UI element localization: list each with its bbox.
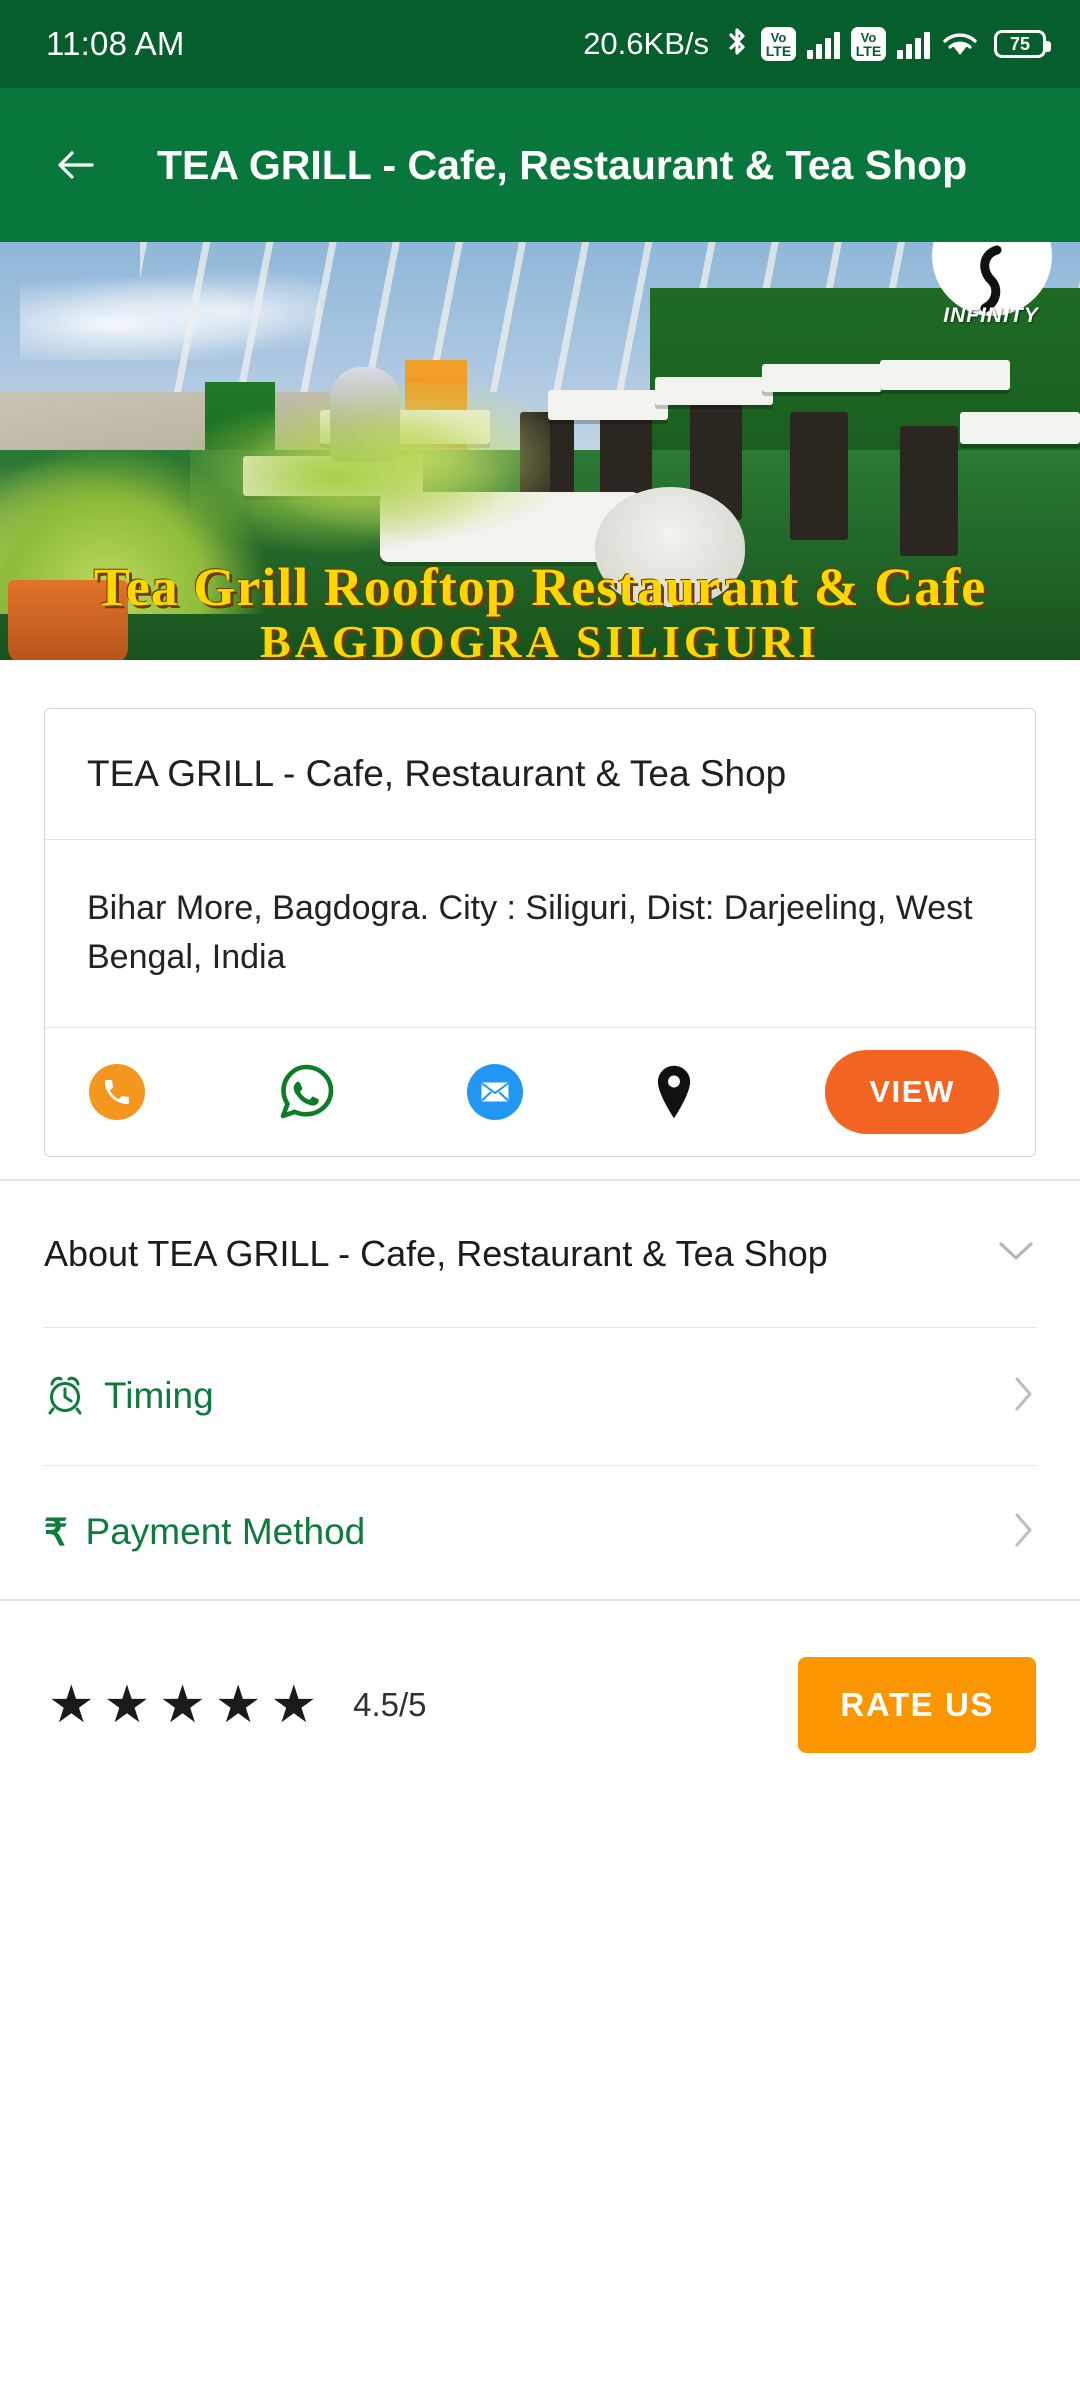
- status-icons: 20.6KB/s Vo LTE Vo LTE 75: [583, 26, 1051, 62]
- star-rating[interactable]: ★ ★ ★ ★ ★: [48, 1679, 317, 1731]
- banner-table: [655, 377, 773, 405]
- phone-icon[interactable]: [89, 1063, 145, 1120]
- email-button[interactable]: [467, 1063, 524, 1120]
- volte-bottom-text-2: LTE: [855, 42, 882, 59]
- business-info-card: TEA GRILL - Cafe, Restaurant & Tea Shop …: [44, 708, 1036, 1157]
- rating-left-group: ★ ★ ★ ★ ★ 4.5/5: [48, 1679, 427, 1731]
- rupee-icon: ₹: [44, 1511, 68, 1553]
- star-icon-1[interactable]: ★: [48, 1679, 95, 1731]
- whatsapp-icon: [280, 1064, 334, 1118]
- chevron-down-icon[interactable]: [996, 1238, 1036, 1269]
- map-pin-icon: [658, 1065, 691, 1118]
- whatsapp-button[interactable]: [274, 1060, 338, 1124]
- status-time: 11:08 AM: [46, 25, 185, 62]
- banner-chair: [900, 426, 958, 556]
- watermark-label: INFINITY: [943, 304, 1039, 327]
- page-title: TEA GRILL - Cafe, Restaurant & Tea Shop: [157, 141, 968, 188]
- rate-us-button[interactable]: RATE US: [798, 1656, 1036, 1753]
- banner-table: [880, 360, 1010, 390]
- timing-label: Timing: [104, 1375, 214, 1417]
- volte-top-text: Vo: [770, 29, 787, 45]
- banner-table: [548, 390, 668, 420]
- business-banner-image: INFINITY Tea Grill Rooftop Restaurant & …: [0, 242, 1080, 660]
- star-icon-5[interactable]: ★: [271, 1679, 318, 1731]
- payment-left: ₹ Payment Method: [44, 1511, 365, 1554]
- volte-top-text-2: Vo: [860, 29, 877, 45]
- volte-bottom-text: LTE: [765, 42, 792, 59]
- banner-chair: [790, 412, 848, 540]
- call-button[interactable]: [89, 1063, 145, 1120]
- app-screen: 11:08 AM 20.6KB/s Vo LTE Vo LTE 75 TEA G…: [0, 0, 1080, 2400]
- wifi-icon: [941, 29, 979, 59]
- chevron-right-icon-2[interactable]: [1010, 1510, 1036, 1555]
- volte-icon-sim2: Vo LTE: [851, 27, 886, 61]
- battery-level-label: 75: [1009, 33, 1031, 54]
- star-icon-4[interactable]: ★: [215, 1679, 262, 1731]
- star-icon-2[interactable]: ★: [104, 1679, 151, 1731]
- payment-method-row[interactable]: ₹ Payment Method: [44, 1464, 1036, 1599]
- rating-section: ★ ★ ★ ★ ★ 4.5/5 RATE US: [0, 1601, 1080, 1809]
- banner-table: [960, 412, 1080, 444]
- location-button[interactable]: [652, 1064, 696, 1120]
- battery-icon: 75: [994, 30, 1051, 58]
- network-speed-label: 20.6KB/s: [583, 26, 709, 61]
- about-label: About TEA GRILL - Cafe, Restaurant & Tea…: [44, 1232, 828, 1274]
- timing-row[interactable]: Timing: [44, 1326, 1036, 1465]
- star-icon-3[interactable]: ★: [159, 1679, 206, 1731]
- rating-value: 4.5/5: [353, 1685, 427, 1723]
- business-name: TEA GRILL - Cafe, Restaurant & Tea Shop: [87, 753, 787, 794]
- timing-left: Timing: [44, 1372, 214, 1421]
- contact-actions-row: VIEW: [45, 1028, 1035, 1156]
- banner-subline: BAGDOGRA SILIGURI: [259, 616, 821, 660]
- banner-table: [762, 364, 882, 392]
- email-icon[interactable]: [467, 1063, 524, 1120]
- volte-icon-sim1: Vo LTE: [761, 27, 796, 61]
- alarm-clock-icon: [44, 1372, 86, 1421]
- signal-bars-sim2: [897, 29, 930, 59]
- back-arrow-icon[interactable]: [52, 141, 100, 189]
- status-bar: 11:08 AM 20.6KB/s Vo LTE Vo LTE 75: [0, 0, 1080, 88]
- app-bar: TEA GRILL - Cafe, Restaurant & Tea Shop: [0, 88, 1080, 242]
- business-address: Bihar More, Bagdogra. City : Siliguri, D…: [87, 889, 973, 977]
- chevron-right-icon[interactable]: [1010, 1374, 1036, 1419]
- payment-method-label: Payment Method: [85, 1511, 366, 1553]
- signal-bars-sim1: [807, 29, 840, 59]
- business-name-row: TEA GRILL - Cafe, Restaurant & Tea Shop: [45, 709, 1035, 839]
- section-gap: [0, 1156, 1080, 1179]
- bluetooth-icon: [724, 27, 750, 61]
- about-section-row[interactable]: About TEA GRILL - Cafe, Restaurant & Tea…: [0, 1181, 1080, 1327]
- business-address-row: Bihar More, Bagdogra. City : Siliguri, D…: [45, 840, 1035, 1027]
- banner-headline: Tea Grill Rooftop Restaurant & Cafe: [93, 557, 987, 617]
- view-button[interactable]: VIEW: [825, 1049, 999, 1134]
